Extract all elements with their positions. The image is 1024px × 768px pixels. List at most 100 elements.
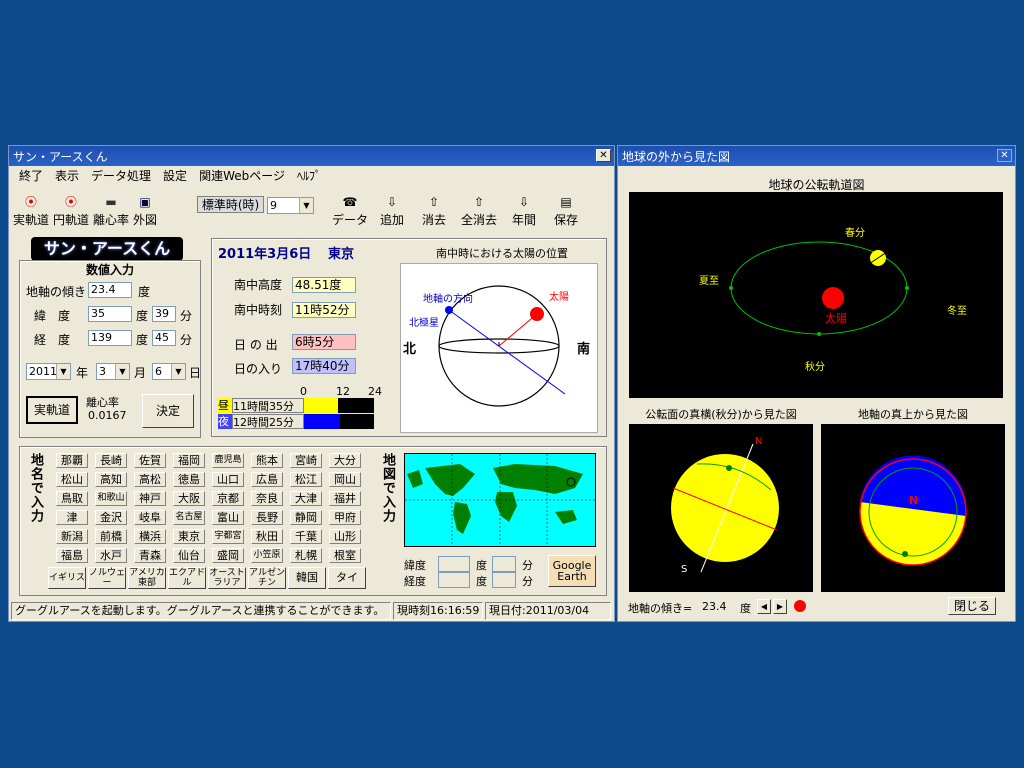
month-unit: 月 (134, 366, 147, 380)
city-button[interactable]: 静岡 (290, 510, 322, 525)
close-icon[interactable]: ✕ (997, 149, 1012, 162)
tilt-input[interactable]: 23.4 (88, 282, 132, 298)
sunrise-value: 6時5分 (292, 334, 356, 350)
city-button[interactable]: 那覇 (56, 453, 88, 468)
country-button[interactable]: エクアドル (168, 567, 206, 589)
external-view-tool-button[interactable]: ▣ 外図 (131, 190, 159, 228)
city-button[interactable]: 長野 (251, 510, 283, 525)
main-window-titlebar: サン・アースくん ✕ (9, 146, 614, 166)
country-button[interactable]: ノルウェー (88, 567, 126, 589)
longitude-minute-input[interactable]: 45 (152, 330, 176, 346)
country-button[interactable]: アルゼンチン (248, 567, 286, 589)
tilt-increase-button[interactable]: ▶ (773, 599, 787, 614)
erase-tool-label: 消去 (421, 213, 446, 227)
city-button[interactable]: 水戸 (95, 548, 127, 563)
city-button[interactable]: 東京 (173, 529, 205, 544)
city-button[interactable]: 山形 (329, 529, 361, 544)
city-button[interactable]: 新潟 (56, 529, 88, 544)
city-button[interactable]: 徳島 (173, 472, 205, 487)
city-button[interactable]: 富山 (212, 510, 244, 525)
city-button[interactable]: 津 (56, 510, 88, 525)
std-time-select[interactable]: 9 ▼ (267, 197, 314, 214)
top-view-north-label: N (909, 494, 919, 507)
country-button[interactable]: アメリカ東部 (128, 567, 166, 589)
real-orbit-button[interactable]: 実軌道 (26, 396, 78, 424)
city-button[interactable]: 高松 (134, 472, 166, 487)
summer-solstice-label: 夏至 (699, 276, 719, 287)
erase-all-tool-button[interactable]: ⇧ 全消去 (455, 190, 503, 228)
city-button[interactable]: 京都 (212, 491, 244, 506)
tilt-decrease-button[interactable]: ◀ (757, 599, 771, 614)
city-button[interactable]: 千葉 (290, 529, 322, 544)
world-map[interactable] (404, 453, 596, 547)
city-button[interactable]: 札幌 (290, 548, 322, 563)
city-button[interactable]: 小笠原 (251, 548, 283, 563)
country-button[interactable]: 韓国 (288, 567, 326, 589)
culmination-altitude-label: 南中高度 (234, 278, 283, 292)
data-tool-button[interactable]: ☎ データ (329, 190, 371, 228)
city-button[interactable]: 大分 (329, 453, 361, 468)
city-button[interactable]: 佐賀 (134, 453, 166, 468)
city-button[interactable]: 松山 (56, 472, 88, 487)
save-tool-button[interactable]: ▤ 保存 (545, 190, 587, 228)
city-button[interactable]: 鹿児島 (212, 453, 244, 468)
city-button[interactable]: 宮崎 (290, 453, 322, 468)
city-button[interactable]: 広島 (251, 472, 283, 487)
country-button[interactable]: イギリス (48, 567, 86, 589)
city-button[interactable]: 福島 (56, 548, 88, 563)
menu-item-web[interactable]: 関連Webページ (193, 167, 291, 184)
country-button[interactable]: オーストラリア (208, 567, 246, 589)
city-button[interactable]: 鳥取 (56, 491, 88, 506)
city-button[interactable]: 長崎 (95, 453, 127, 468)
city-button[interactable]: 甲府 (329, 510, 361, 525)
city-button[interactable]: 福岡 (173, 453, 205, 468)
winter-solstice-label: 冬至 (947, 306, 967, 317)
city-button[interactable]: 横浜 (134, 529, 166, 544)
city-button[interactable]: 青森 (134, 548, 166, 563)
google-earth-button[interactable]: Google Earth (548, 555, 596, 587)
close-icon[interactable]: ✕ (596, 149, 611, 162)
latitude-minute-input[interactable]: 39 (152, 306, 176, 322)
city-button[interactable]: 松江 (290, 472, 322, 487)
city-button[interactable]: 仙台 (173, 548, 205, 563)
year-select[interactable]: 2011 ▼ (26, 363, 71, 380)
city-button[interactable]: 金沢 (95, 510, 127, 525)
decide-button[interactable]: 決定 (142, 394, 194, 428)
erase-tool-button[interactable]: ⇧ 消去 (413, 190, 455, 228)
city-button[interactable]: 根室 (329, 548, 361, 563)
longitude-degree-input[interactable]: 139 (88, 330, 132, 346)
city-button[interactable]: 福井 (329, 491, 361, 506)
circle-orbit-tool-button[interactable]: ⦿ 円軌道 (51, 190, 91, 228)
city-button[interactable]: 秋田 (251, 529, 283, 544)
eccentricity-tool-button[interactable]: ▬ 離心率 (91, 190, 131, 228)
yearly-tool-button[interactable]: ⇩ 年間 (503, 190, 545, 228)
city-button[interactable]: 前橋 (95, 529, 127, 544)
map-longitude-minute-unit: 分 (522, 575, 533, 588)
city-button[interactable]: 大津 (290, 491, 322, 506)
city-button[interactable]: 岡山 (329, 472, 361, 487)
city-button[interactable]: 和歌山 (95, 491, 127, 506)
city-button[interactable]: 奈良 (251, 491, 283, 506)
month-select[interactable]: 3 ▼ (96, 363, 130, 380)
menu-item-exit[interactable]: 終了 (13, 167, 49, 184)
real-orbit-tool-button[interactable]: ⦿ 実軌道 (11, 190, 51, 228)
city-button[interactable]: 盛岡 (212, 548, 244, 563)
day-select[interactable]: 6 ▼ (152, 363, 186, 380)
city-button[interactable]: 熊本 (251, 453, 283, 468)
menu-item-data[interactable]: データ処理 (85, 167, 157, 184)
country-button[interactable]: タイ (328, 567, 366, 589)
latitude-degree-input[interactable]: 35 (88, 306, 132, 322)
city-button[interactable]: 名古屋 (173, 510, 205, 525)
city-button[interactable]: 宇都宮 (212, 529, 244, 544)
add-tool-button[interactable]: ⇩ 追加 (371, 190, 413, 228)
close-button[interactable]: 閉じる (948, 597, 996, 615)
world-map-svg (405, 454, 595, 546)
city-button[interactable]: 神戸 (134, 491, 166, 506)
city-button[interactable]: 高知 (95, 472, 127, 487)
menu-item-settings[interactable]: 設定 (157, 167, 193, 184)
city-button[interactable]: 岐阜 (134, 510, 166, 525)
menu-item-view[interactable]: 表示 (49, 167, 85, 184)
menu-item-help[interactable]: ﾍﾙﾌﾟ (291, 167, 327, 184)
city-button[interactable]: 大阪 (173, 491, 205, 506)
city-button[interactable]: 山口 (212, 472, 244, 487)
